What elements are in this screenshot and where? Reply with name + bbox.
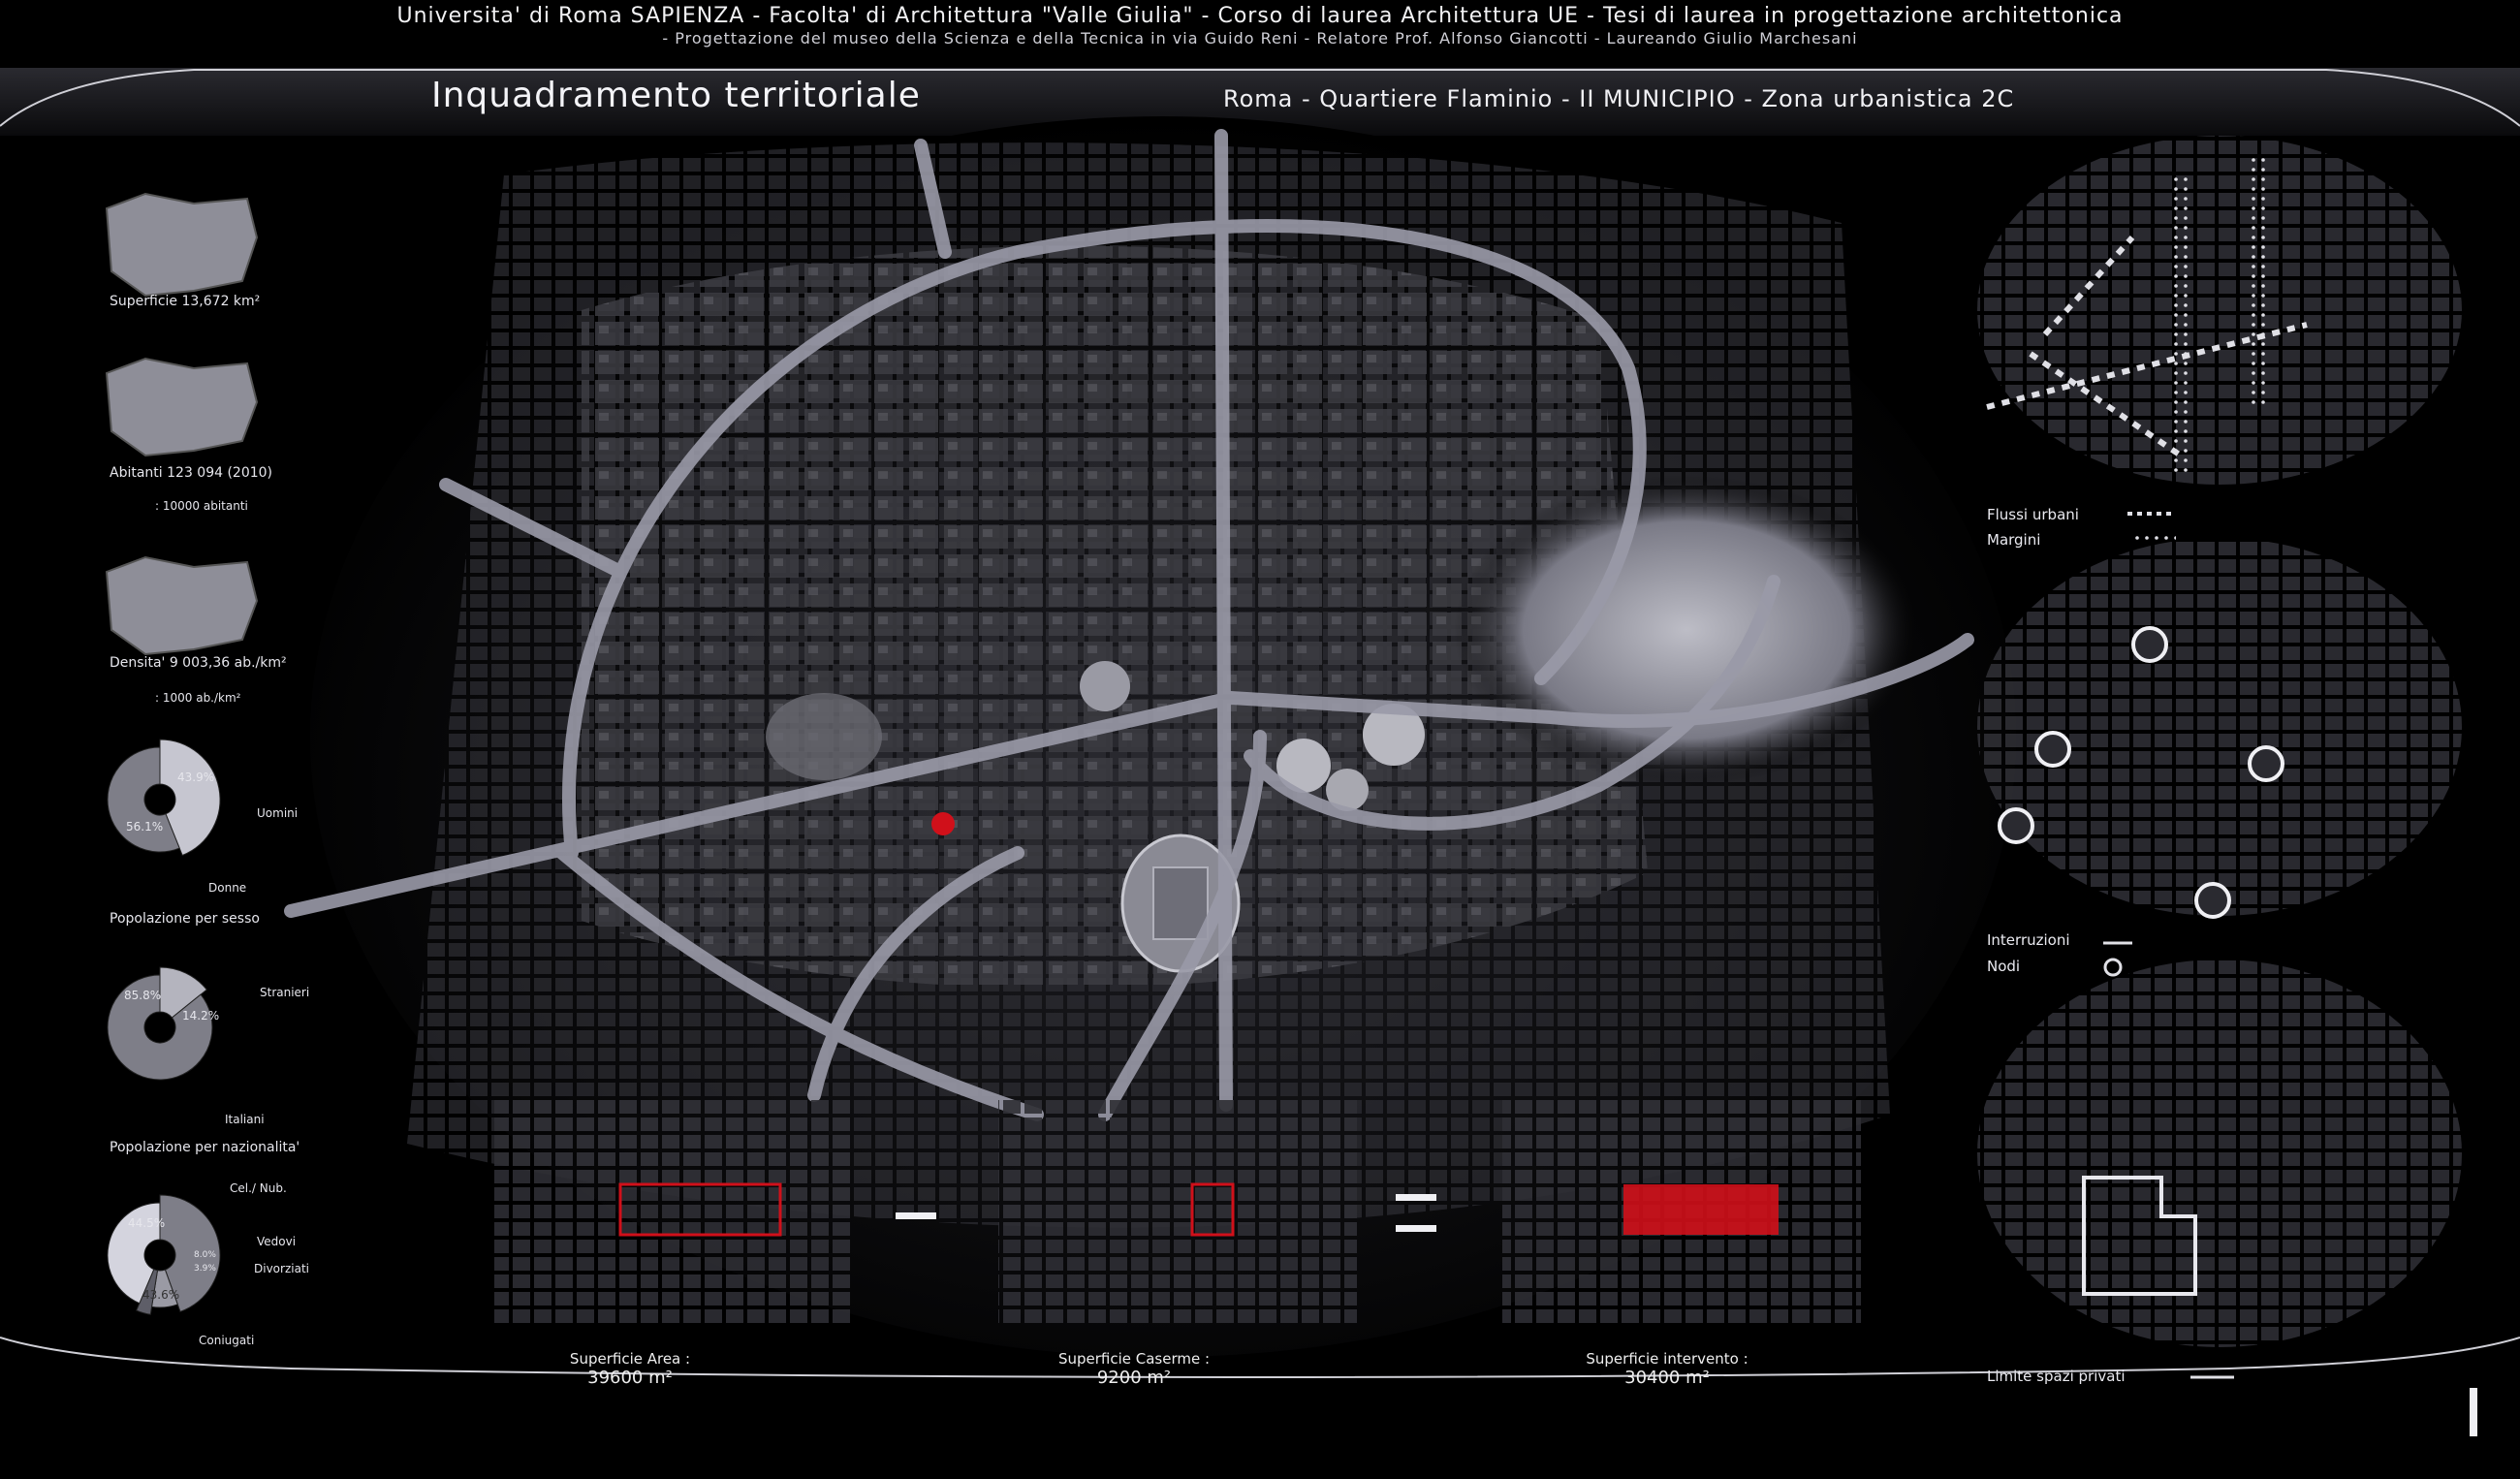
- pie-sesso: [107, 739, 221, 857]
- naz-stranieri-pct: 14.2%: [182, 1009, 220, 1023]
- intervento-stat: Superficie intervento : 30400 m²: [1560, 1350, 1774, 1388]
- sesso-donne-pct: 56.1%: [126, 820, 164, 834]
- naz-stranieri-label: Stranieri: [260, 986, 310, 999]
- margini-legend-icon: [2132, 533, 2176, 545]
- caserme-stat: Superficie Caserme : 9200 m²: [1037, 1350, 1231, 1388]
- right-map-flussi: [1977, 136, 2462, 485]
- sesso-uomini-pct: 43.9%: [177, 771, 215, 784]
- margini-legend-label: Margini: [1987, 531, 2041, 549]
- left-municipio-icon: [105, 192, 259, 298]
- civ-celibi-label: Cel./ Nub.: [230, 1181, 287, 1195]
- minus-sign: [896, 1212, 936, 1219]
- densita-label: Densita' 9 003,36 ab./km²: [110, 655, 287, 671]
- right-map-limite: [1977, 960, 2462, 1347]
- naz-italiani-pct: 85.8%: [124, 989, 162, 1002]
- page-marker-bar: [2470, 1388, 2477, 1436]
- dome: [1080, 661, 1130, 711]
- nazionalita-title: Popolazione per nazionalita': [110, 1140, 300, 1155]
- pie-nazionalita: [107, 966, 213, 1081]
- left-densita-icon: [105, 555, 259, 656]
- civ-divorziati-pct: 3.9%: [194, 1264, 216, 1274]
- civ-divorziati-label: Divorziati: [254, 1262, 309, 1275]
- caserme-value: 9200 m²: [1096, 1368, 1172, 1388]
- area-label: Superficie Area :: [569, 1350, 691, 1368]
- bottom-map-area: [494, 1100, 853, 1323]
- abitanti-label: Abitanti 123 094 (2010): [110, 465, 273, 481]
- civ-vedovi-pct: 8.0%: [194, 1250, 216, 1260]
- civ-celibi-pct: 44.5%: [128, 1216, 166, 1230]
- civ-coniugati-pct: 43.6%: [142, 1288, 180, 1302]
- page-subtitle: Roma - Quartiere Flaminio - II MUNICIPIO…: [1223, 85, 2015, 112]
- sesso-uomini-label: Uomini: [257, 806, 299, 820]
- intervento-value: 30400 m²: [1624, 1368, 1710, 1388]
- right-map-nodi: [1977, 538, 2462, 919]
- intervento-label: Superficie intervento :: [1586, 1350, 1748, 1368]
- bottom-map-caserme: [998, 1100, 1357, 1323]
- project-site-marker: [931, 812, 955, 835]
- civ-vedovi-label: Vedovi: [257, 1235, 297, 1248]
- abitanti-legend: : 10000 abitanti: [155, 499, 248, 513]
- area-value: 39600 m²: [587, 1368, 673, 1388]
- nodi-legend-label: Nodi: [1987, 958, 2021, 975]
- bottom-map-intervento: [1502, 1100, 1861, 1323]
- civ-coniugati-label: Coniugati: [199, 1334, 255, 1347]
- left-abitanti-icon: [105, 357, 259, 457]
- board-canvas: [0, 68, 2520, 1436]
- equals-sign-bottom: [1396, 1225, 1436, 1232]
- caserme-label: Superficie Caserme :: [1057, 1350, 1211, 1368]
- equals-sign-top: [1396, 1194, 1436, 1201]
- sesso-donne-label: Donne: [208, 881, 247, 895]
- sesso-title: Popolazione per sesso: [110, 911, 260, 927]
- limite-legend-label: Limite spazi privati: [1987, 1368, 2126, 1385]
- park-area: [1454, 475, 1919, 785]
- densita-legend: : 1000 ab./km²: [155, 691, 241, 705]
- nodi-legend-icon: [2103, 958, 2123, 977]
- naz-italiani-label: Italiani: [225, 1113, 265, 1126]
- page-title: Inquadramento territoriale: [431, 76, 921, 115]
- area-stat: Superficie Area : 39600 m²: [543, 1350, 717, 1388]
- superficie-label: Superficie 13,672 km²: [110, 294, 261, 309]
- interruzioni-legend-label: Interruzioni: [1987, 931, 2070, 949]
- flussi-legend-label: Flussi urbani: [1987, 506, 2079, 523]
